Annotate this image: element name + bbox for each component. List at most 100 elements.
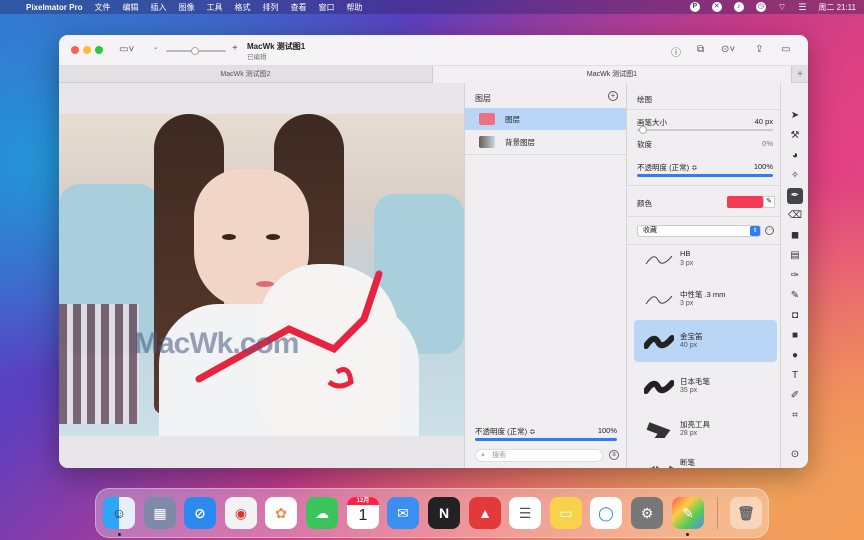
tab-test-image-2[interactable]: MacWk 测试图2 bbox=[59, 66, 433, 83]
zoom-slider-knob[interactable] bbox=[191, 47, 199, 55]
x-status-icon[interactable]: ✕ bbox=[711, 2, 722, 12]
pixelmator-icon[interactable]: ✎ bbox=[672, 497, 704, 529]
wifi-icon[interactable]: ⌔ bbox=[778, 2, 786, 13]
dock-divider bbox=[717, 497, 718, 529]
reminders-icon[interactable]: ☰ bbox=[509, 497, 541, 529]
menu-image[interactable]: 图像 bbox=[178, 2, 194, 13]
brush-item-japanese[interactable]: 日本毛笔 35 px bbox=[634, 365, 777, 407]
notes-icon[interactable]: ▭ bbox=[550, 497, 582, 529]
brush-item-hb[interactable]: HB 3 px bbox=[634, 238, 777, 280]
layer-opacity-slider[interactable] bbox=[475, 438, 617, 441]
more-tools-icon[interactable]: ⊙ bbox=[787, 447, 803, 463]
color-adjust-icon[interactable]: ◕ bbox=[787, 148, 803, 164]
safari-icon[interactable]: ⊘ bbox=[184, 497, 216, 529]
music-status-icon[interactable]: ♪ bbox=[733, 2, 744, 12]
zoom-in-button[interactable]: + bbox=[232, 43, 238, 54]
eyedropper-tool-icon[interactable]: ✐ bbox=[787, 388, 803, 404]
text-tool-icon[interactable]: T bbox=[787, 368, 803, 384]
brush-collection-select[interactable]: 收藏 ⇕ bbox=[637, 225, 761, 237]
add-layer-button[interactable]: + bbox=[608, 91, 618, 101]
layer-item-paint[interactable]: 图层 bbox=[465, 108, 627, 130]
ellipse-icon[interactable]: ● bbox=[787, 348, 803, 364]
brush-size-knob[interactable] bbox=[639, 126, 647, 134]
new-tab-button[interactable]: + bbox=[792, 66, 808, 83]
dock: ☺ ▦ ⊘ ◉ ✿ ☁ 12月 1 ✉ N ▲ ☰ ▭ ◯ ⚙ ✎ 🗑 bbox=[95, 488, 769, 538]
menu-arrange[interactable]: 排列 bbox=[262, 2, 278, 13]
layer-opacity-label[interactable]: 不透明度 (正常) ≎ bbox=[475, 427, 535, 436]
launchpad-icon[interactable]: ▦ bbox=[144, 497, 176, 529]
brush-item-highlighter[interactable]: 加亮工具 28 px bbox=[634, 408, 777, 450]
color-swatch[interactable] bbox=[727, 196, 763, 208]
effects-icon[interactable]: ✧ bbox=[787, 168, 803, 184]
menu-clock[interactable]: 周二 21:11 bbox=[818, 2, 856, 13]
softness-row[interactable]: 软度 0% bbox=[637, 139, 773, 150]
close-window-button[interactable] bbox=[71, 46, 79, 54]
gradient-icon[interactable]: ▤ bbox=[787, 248, 803, 264]
zoom-slider[interactable] bbox=[166, 47, 226, 55]
circle-app-icon[interactable]: ◯ bbox=[590, 497, 622, 529]
canvas-area[interactable]: MacWk.com bbox=[59, 83, 464, 468]
softness-value[interactable]: 0% bbox=[762, 139, 773, 148]
zoom-out-button[interactable]: - bbox=[154, 43, 157, 54]
crop-icon[interactable]: ⧉ bbox=[697, 44, 704, 55]
brush-more-icon[interactable]: ··· bbox=[765, 226, 774, 235]
brush-size-slider[interactable] bbox=[637, 126, 773, 134]
paint-opacity-value[interactable]: 100% bbox=[754, 162, 773, 171]
system-preferences-icon[interactable]: ⚙ bbox=[631, 497, 663, 529]
arrange-tool-icon[interactable]: ➤ bbox=[787, 108, 803, 124]
tab-test-image-1[interactable]: MacWk 测试图1 bbox=[433, 66, 792, 83]
bear-icon[interactable]: ▲ bbox=[469, 497, 501, 529]
zoom-window-button[interactable] bbox=[95, 46, 103, 54]
fill-icon[interactable]: ◼ bbox=[787, 228, 803, 244]
control-center-icon[interactable]: ☰ bbox=[798, 2, 806, 13]
menu-edit[interactable]: 编辑 bbox=[122, 2, 138, 13]
brush-item-selected[interactable]: 金宝笛 40 px bbox=[634, 320, 777, 362]
photos-icon[interactable]: ✿ bbox=[265, 497, 297, 529]
filter-icon[interactable]: ≡ bbox=[609, 450, 619, 460]
finder-icon[interactable]: ☺ bbox=[103, 497, 135, 529]
menu-view[interactable]: 查看 bbox=[290, 2, 306, 13]
chrome-icon[interactable]: ◉ bbox=[225, 497, 257, 529]
brush-size-value[interactable]: 40 px bbox=[755, 117, 773, 126]
layer-search-input[interactable]: ⌕ 搜索 bbox=[475, 449, 603, 462]
menu-help[interactable]: 帮助 bbox=[346, 2, 362, 13]
eraser-icon[interactable]: ⌫ bbox=[787, 208, 803, 224]
notion-icon[interactable]: N bbox=[428, 497, 460, 529]
layer-item-background[interactable]: 背景图层 bbox=[465, 131, 627, 153]
messages-icon[interactable]: ☁ bbox=[306, 497, 338, 529]
layer-opacity-value[interactable]: 100% bbox=[598, 426, 617, 435]
menu-file[interactable]: 文件 bbox=[94, 2, 110, 13]
trash-icon[interactable]: 🗑 bbox=[730, 497, 762, 529]
pen-tool-icon[interactable]: ✑ bbox=[787, 268, 803, 284]
more-options-icon[interactable]: ⊙˅ bbox=[721, 44, 735, 55]
eyedropper-icon[interactable]: ✎ bbox=[763, 196, 775, 208]
paint-opacity-label[interactable]: 不透明度 (正常) ≎ bbox=[637, 163, 697, 172]
brush-size-row[interactable]: 画笔大小 40 px bbox=[637, 117, 773, 134]
paint-opacity-slider[interactable] bbox=[637, 174, 773, 177]
minimize-window-button[interactable] bbox=[83, 46, 91, 54]
calendar-icon[interactable]: 12月 1 bbox=[347, 497, 379, 529]
sidebar-right-icon[interactable]: ▭ bbox=[781, 44, 790, 55]
menu-app-name[interactable]: Pixelmator Pro bbox=[26, 3, 82, 12]
clock-status-icon[interactable]: ◷ bbox=[755, 2, 766, 12]
menu-tools[interactable]: 工具 bbox=[206, 2, 222, 13]
rectangle-icon[interactable]: ■ bbox=[787, 328, 803, 344]
pencil-icon[interactable]: ✎ bbox=[787, 288, 803, 304]
mail-icon[interactable]: ✉ bbox=[387, 497, 419, 529]
paint-brush-icon[interactable]: ✒ bbox=[787, 188, 803, 204]
style-tool-icon[interactable]: ⚒ bbox=[787, 128, 803, 144]
layer-opacity-control[interactable]: 不透明度 (正常) ≎ 100% bbox=[475, 426, 617, 441]
sidebar-toggle-icon[interactable]: ▭˅ bbox=[119, 44, 134, 55]
info-icon[interactable]: ⓘ bbox=[671, 44, 681, 59]
crop-tool-icon[interactable]: ⌗ bbox=[787, 408, 803, 424]
brush-item-gel-pen[interactable]: 中性笔 .3 mm 3 px bbox=[634, 278, 777, 320]
shapes-icon[interactable]: ◘ bbox=[787, 308, 803, 324]
brush-item-broken[interactable]: 断笔 bbox=[634, 449, 777, 468]
paint-opacity-row[interactable]: 不透明度 (正常) ≎ 100% bbox=[637, 162, 773, 177]
share-icon[interactable]: ⇪ bbox=[755, 44, 763, 55]
menu-format[interactable]: 格式 bbox=[234, 2, 250, 13]
portrait-photo[interactable]: MacWk.com bbox=[59, 114, 464, 436]
menu-insert[interactable]: 插入 bbox=[150, 2, 166, 13]
menu-window[interactable]: 窗口 bbox=[318, 2, 334, 13]
p-status-icon[interactable]: P bbox=[689, 2, 700, 12]
